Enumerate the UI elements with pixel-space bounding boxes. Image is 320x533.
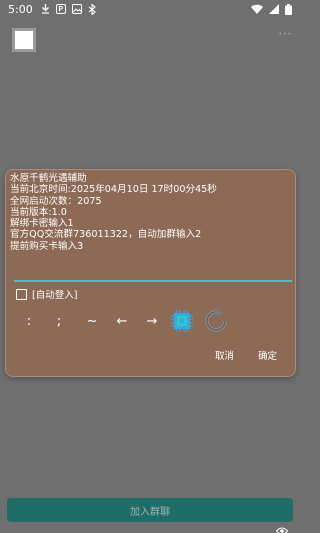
join-group-button[interactable]: 加入群聊 [7,498,293,522]
auto-login-checkbox[interactable]: [自动登入] [16,287,77,301]
refresh-icon[interactable] [202,308,232,334]
eye-icon[interactable] [275,520,289,533]
info-time: 当前北京时间:2025年04月10日 17时00分45秒 [10,184,217,196]
left-arrow-key[interactable]: ← [111,308,133,334]
semicolon-key[interactable]: ; [48,308,70,334]
dialog-info-text: 水原千鹤光遇辅助 当前北京时间:2025年04月10日 17时00分45秒 全网… [10,173,290,252]
dialog-input-field[interactable] [14,270,292,282]
right-arrow-key[interactable]: → [141,308,163,334]
colon-key[interactable]: : [18,308,40,334]
status-bar: 5:00 [0,0,300,18]
download-icon [41,4,50,14]
tilde-key[interactable]: ~ [81,308,103,334]
info-launch-count: 全网启动次数：2075 [10,195,102,207]
image-icon [71,4,82,14]
auto-login-label: [自动登入] [32,290,78,301]
dialog: 水原千鹤光遇辅助 当前北京时间:2025年04月10日 17时00分45秒 全网… [5,169,296,377]
status-system-icons [251,3,292,15]
checkbox-box[interactable] [16,288,27,300]
parking-icon [55,4,66,14]
info-qq-group: 官方QQ交流群736011322，自动加群输入2 [10,229,202,241]
status-time: 5:00 [8,2,33,16]
cell-signal-icon [269,4,279,14]
cancel-button[interactable]: 取消 [215,348,234,362]
join-group-label: 加入群聊 [130,506,170,518]
symbol-key-row: : ; ~ ← → [6,308,297,334]
status-notification-icons [41,3,96,15]
battery-icon [285,3,292,15]
info-title: 水原千鹤光遇辅助 [10,173,87,184]
info-version: 当前版本:1.0 [10,206,67,218]
overflow-menu-icon[interactable]: ⋯ [278,26,292,42]
app-logo-square [12,28,36,52]
bluetooth-icon [88,3,96,15]
info-unbind-hint: 解绑卡密输入1 [10,218,74,230]
cpu-chip-icon[interactable] [169,308,195,334]
confirm-button[interactable]: 确定 [258,348,277,362]
info-buy-hint: 提前购买卡输入3 [10,240,84,252]
wifi-icon [251,4,263,14]
